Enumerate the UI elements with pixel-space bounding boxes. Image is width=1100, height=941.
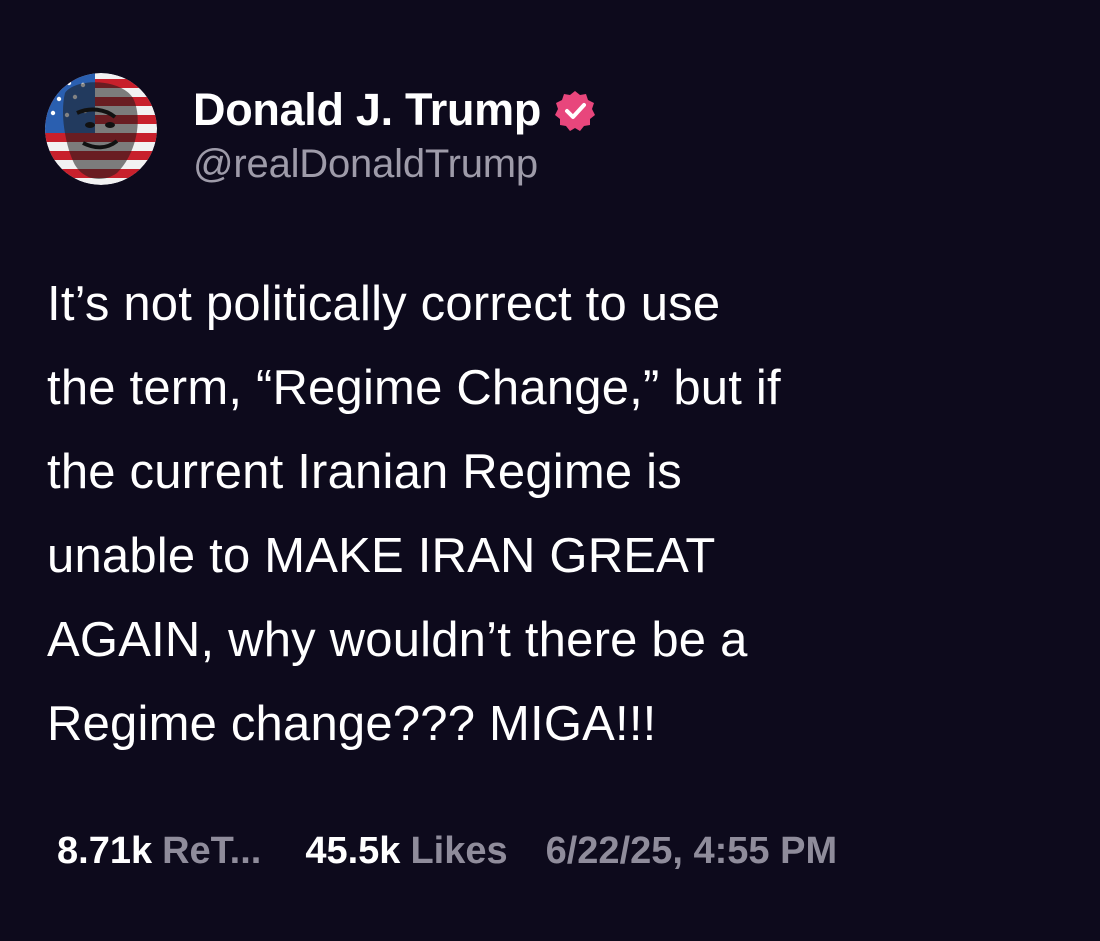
likes-stat[interactable]: 45.5k Likes: [305, 830, 507, 873]
post-card: Donald J. Trump @realDonaldTrump It’s no…: [0, 0, 1100, 941]
post-timestamp[interactable]: 6/22/25, 4:55 PM: [546, 830, 838, 873]
name-row: Donald J. Trump: [193, 84, 597, 136]
display-name[interactable]: Donald J. Trump: [193, 84, 541, 136]
retruths-label: ReT...: [162, 830, 262, 872]
avatar[interactable]: [45, 73, 157, 185]
retruths-stat[interactable]: 8.71k ReT...: [57, 830, 261, 873]
post-text: It’s not politically correct to use the …: [47, 277, 781, 751]
verified-badge-icon: [555, 91, 596, 131]
likes-label: Likes: [410, 830, 508, 872]
flag-portrait-avatar-icon: [45, 73, 157, 185]
likes-count: 45.5k: [305, 830, 401, 872]
retruths-count: 8.71k: [57, 830, 153, 872]
post-stats: 8.71k ReT... 45.5k Likes 6/22/25, 4:55 P…: [57, 830, 837, 873]
author-block: Donald J. Trump @realDonaldTrump: [193, 84, 597, 187]
user-handle[interactable]: @realDonaldTrump: [193, 142, 597, 187]
